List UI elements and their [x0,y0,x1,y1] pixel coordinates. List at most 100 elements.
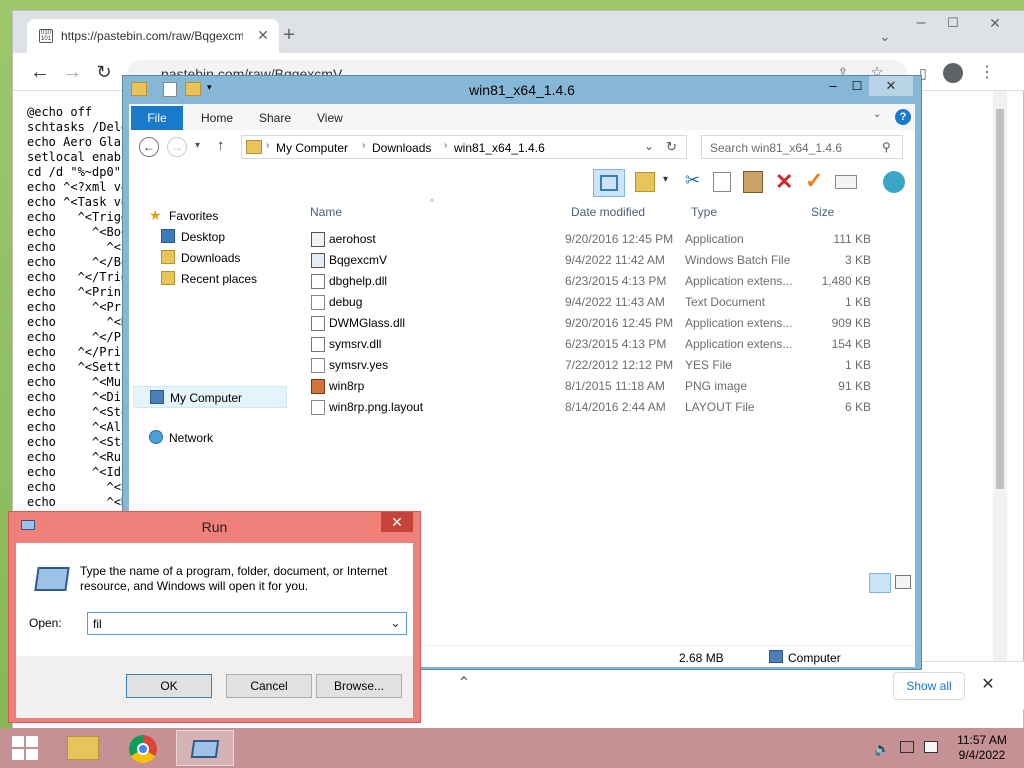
nav-desktop[interactable]: Desktop [161,227,281,247]
taskbar-clock[interactable]: 11:57 AM 9/4/2022 [946,733,1018,763]
close-run-icon[interactable]: ✕ [381,512,413,532]
open-combobox[interactable]: fil ⌄ [87,612,407,635]
delete-icon[interactable]: ✕ [775,169,793,195]
browser-tab[interactable]: 010 101 https://pastebin.com/raw/BqgexcmV… [27,19,279,53]
paste-icon[interactable] [743,171,763,193]
cut-icon[interactable]: ✂ [685,170,700,191]
explorer-titlebar[interactable]: ▾ win81_x64_1.4.6 – ☐ ✕ [123,76,921,104]
nav-downloads[interactable]: Downloads [161,248,281,268]
file-row[interactable]: symsrv.yes 7/22/2012 12:12 PM YES File 1 KB [299,355,879,376]
ribbon-tab-home[interactable]: Home [201,111,233,125]
breadcrumb-separator-icon[interactable]: › [362,140,365,151]
show-all-downloads-button[interactable]: Show all [893,672,965,700]
file-row[interactable]: aerohost 9/20/2016 12:45 PM Application 111… [299,229,879,250]
image-icon [311,379,325,394]
file-row[interactable]: win8rp.png.layout 8/14/2016 2:44 AM LAYOUT… [299,397,879,418]
ok-button[interactable]: OK [126,674,212,698]
rename-icon[interactable] [835,175,857,189]
reload-icon[interactable]: ↻ [93,62,115,84]
taskbar-run[interactable] [176,730,234,766]
page-scrollbar[interactable] [993,91,1007,661]
breadcrumb-my-computer[interactable]: My Computer [276,141,348,155]
volume-muted-icon[interactable]: 🔈 [874,741,890,757]
ribbon-tab-file[interactable]: File [131,106,183,130]
file-row[interactable]: win8rp 8/1/2015 11:18 AM PNG image 91 KB [299,376,879,397]
nav-network[interactable]: Network [149,428,269,448]
copy-icon[interactable] [713,172,731,192]
file-size: 1 KB [844,358,871,372]
close-download-bar-icon[interactable]: ✕ [977,675,999,697]
maximize-browser-icon[interactable]: ☐ [943,13,963,33]
file-row[interactable]: symsrv.dll 6/23/2015 4:13 PM Application e… [299,334,879,355]
maximize-explorer-icon[interactable]: ☐ [843,76,871,96]
back-icon[interactable]: ← [29,62,51,84]
chevron-up-icon[interactable]: ⌃ [453,674,475,696]
combo-dropdown-icon[interactable]: ⌄ [390,615,401,631]
column-header-name[interactable]: Name [310,205,342,219]
large-icons-view-icon[interactable] [895,575,911,589]
app-icon [311,232,325,247]
preview-pane-icon[interactable] [593,169,625,197]
menu-kebab-icon[interactable]: ⋮ [977,63,997,83]
column-header-date[interactable]: Date modified [571,205,645,219]
recent-locations-icon[interactable]: ▾ [195,140,207,154]
nav-recent-places[interactable]: Recent places [161,269,281,289]
details-view-icon[interactable] [869,573,891,593]
code-line: echo ^<Princ [27,285,129,299]
breadcrumb-downloads[interactable]: Downloads [372,141,431,155]
ribbon-tab-share[interactable]: Share [259,111,291,125]
forward-nav-icon[interactable]: → [167,137,187,157]
checkmark-icon[interactable]: ✓ [805,168,823,194]
action-center-icon[interactable] [924,741,938,753]
help-icon[interactable]: ? [895,109,911,125]
breadcrumb-separator-icon[interactable]: › [444,140,447,151]
file-row[interactable]: dbghelp.dll 6/23/2015 4:13 PM Application … [299,271,879,292]
browse-button[interactable]: Browse... [316,674,402,698]
breadcrumb-separator-icon[interactable]: › [266,140,269,151]
search-icon[interactable]: ⚲ [882,140,891,154]
code-line: echo ^<Sto [27,405,129,419]
explorer-search-input[interactable]: Search win81_x64_1.4.6 ⚲ [701,135,903,159]
nav-my-computer[interactable]: My Computer [133,386,287,408]
up-folder-icon[interactable]: ↑ [217,137,233,157]
file-size: 3 KB [844,253,871,267]
close-browser-icon[interactable]: ✕ [983,13,1007,33]
change-view-icon[interactable] [635,172,655,192]
close-explorer-icon[interactable]: ✕ [869,76,913,96]
status-location: Computer [788,651,841,665]
profile-avatar-icon[interactable] [943,63,963,83]
code-line: echo ^</Prin [27,345,129,359]
new-tab-button[interactable]: + [277,25,301,49]
back-nav-icon[interactable]: ← [139,137,159,157]
tab-search-chevron-icon[interactable]: ⌄ [875,27,895,47]
view-dropdown-icon[interactable]: ▾ [663,174,668,185]
open-input-value[interactable]: fil [93,617,102,631]
column-header-type[interactable]: Type [691,205,717,219]
ribbon-tab-view[interactable]: View [317,111,343,125]
code-line: echo ^<Mul [27,375,129,389]
page-scrollbar-thumb[interactable] [996,109,1004,489]
file-icon [311,358,325,373]
network-status-icon[interactable] [900,741,914,753]
taskbar: 🔈 11:57 AM 9/4/2022 [0,728,1024,768]
close-tab-icon[interactable]: ✕ [253,25,273,45]
file-row[interactable]: DWMGlass.dll 9/20/2016 12:45 PM Applicatio… [299,313,879,334]
minimize-browser-icon[interactable]: – [911,13,931,33]
address-dropdown-icon[interactable]: ⌄ [644,139,654,153]
forward-icon[interactable]: → [61,62,83,84]
expand-ribbon-icon[interactable]: ⌄ [873,109,887,123]
cancel-button[interactable]: Cancel [226,674,312,698]
explorer-address-bar[interactable]: › My Computer › Downloads › win81_x64_1.… [241,135,687,159]
start-button-windows-icon[interactable] [12,736,38,760]
globe-icon[interactable] [883,171,905,193]
file-row[interactable]: debug 9/4/2022 11:43 AM Text Document 1 KB [299,292,879,313]
refresh-icon[interactable]: ↻ [666,139,677,155]
nav-favorites[interactable]: ★ Favorites [149,206,269,226]
file-type: YES File [685,358,732,372]
breadcrumb-current-folder[interactable]: win81_x64_1.4.6 [454,141,545,155]
column-header-size[interactable]: Size [811,205,834,219]
file-type: Application [685,232,744,246]
file-row[interactable]: BqgexcmV 9/4/2022 11:42 AM Windows Batch F… [299,250,879,271]
taskbar-file-explorer[interactable] [54,730,112,766]
taskbar-chrome[interactable] [114,730,172,766]
